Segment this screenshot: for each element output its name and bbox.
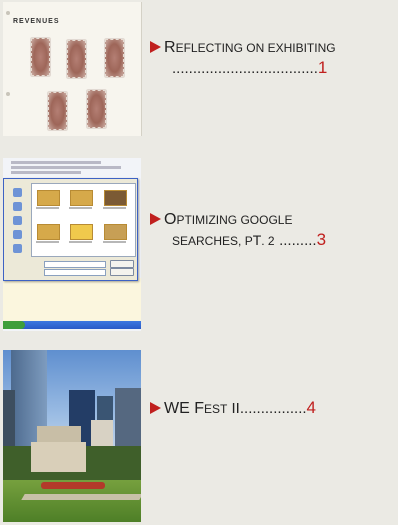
computer-icon (12, 230, 22, 239)
toc-title-rest: EST (204, 402, 228, 416)
file-dialog-image (3, 178, 138, 281)
toc-title-part: , P (238, 234, 253, 248)
toc-entry-we-fest-ii[interactable]: WE FEST II................4 (150, 398, 316, 419)
toc-title-part: SEARCHES (172, 234, 239, 248)
folder-icon (12, 188, 22, 197)
file-type-field (44, 269, 106, 276)
network-icon (12, 244, 22, 253)
page-number: 1 (317, 58, 328, 77)
contents-page: REVENUES REFLECTING ON EXHIBITING ......… (0, 0, 398, 525)
stamp-image (67, 40, 86, 78)
page-number: 3 (316, 230, 327, 249)
toc-title-part: T (252, 232, 262, 248)
building (115, 388, 141, 454)
file-thumbnail (104, 190, 127, 206)
file-caption (36, 207, 59, 209)
red-triangle-arrow-icon (150, 213, 161, 225)
city-photo-thumbnail (3, 350, 141, 522)
file-caption (69, 241, 92, 243)
red-triangle-arrow-icon (150, 41, 161, 53)
stamp-image (48, 92, 67, 130)
documents-icon (12, 216, 22, 225)
dialog-sidebar (6, 183, 28, 273)
file-thumbnail (37, 190, 60, 206)
stamp-image (105, 39, 124, 77)
dot-leader: ................................... (172, 60, 318, 77)
album-title: REVENUES (13, 18, 60, 25)
toc-leader-line: ...................................1 (150, 58, 336, 79)
toc-title-part: II (227, 400, 240, 417)
file-caption (103, 207, 126, 209)
toc-title-line-2: SEARCHES, PT. 2 .........3 (150, 230, 326, 251)
walkway (21, 494, 141, 500)
toc-title-part: . 2 (261, 234, 275, 248)
dot-leader: ................ (239, 400, 307, 417)
blurred-text-line (11, 166, 121, 169)
red-triangle-arrow-icon (150, 402, 161, 414)
dot-leader: ......... (279, 232, 317, 249)
file-thumbnail (70, 224, 93, 240)
file-thumbnail (104, 224, 127, 240)
file-name-field (44, 261, 106, 268)
stamp-image (87, 90, 106, 128)
binder-hole (6, 92, 10, 96)
stamp-image (31, 38, 50, 76)
building (91, 420, 113, 446)
blurred-text-line (11, 161, 101, 164)
toc-title-initial: R (164, 39, 176, 56)
open-button (110, 260, 134, 268)
dialog-file-pane (31, 183, 136, 257)
file-thumbnail (70, 190, 93, 206)
file-caption (103, 241, 126, 243)
pavilion (31, 442, 86, 472)
toc-title-line: WE FEST II................4 (150, 398, 316, 419)
toc-title-line: OPTIMIZING GOOGLE (150, 210, 326, 230)
taskbar (3, 321, 141, 329)
toc-title-initial: O (164, 211, 177, 228)
desktop-icon (12, 202, 22, 211)
file-thumbnail (37, 224, 60, 240)
flower-bed (41, 482, 105, 489)
blurred-text-line (11, 171, 81, 174)
file-caption (69, 207, 92, 209)
toc-title-rest: PTIMIZING GOOGLE (176, 213, 293, 227)
start-button (3, 321, 25, 329)
binder-hole (6, 11, 10, 15)
toc-title-initial: WE F (164, 400, 204, 417)
toc-entry-reflecting-on-exhibiting[interactable]: REFLECTING ON EXHIBITING ...............… (150, 38, 336, 79)
file-caption (36, 241, 59, 243)
toc-entry-optimizing-google-searches[interactable]: OPTIMIZING GOOGLE SEARCHES, PT. 2 ......… (150, 210, 326, 251)
page-number: 4 (306, 398, 317, 417)
toc-title-line: REFLECTING ON EXHIBITING (150, 38, 336, 58)
screenshot-thumbnail (3, 158, 141, 331)
cancel-button (110, 268, 134, 276)
stamp-album-thumbnail: REVENUES (3, 2, 142, 136)
toc-title-rest: EFLECTING ON EXHIBITING (175, 41, 336, 55)
